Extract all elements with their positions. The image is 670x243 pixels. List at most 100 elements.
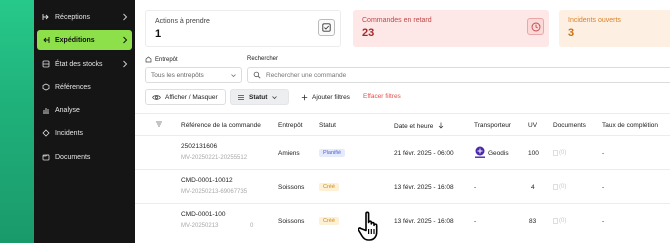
table-header-divider: [135, 135, 670, 136]
sidebar-item-documents[interactable]: Documents: [37, 147, 132, 167]
sidebar-item-label: Documents: [55, 153, 91, 161]
chevron-right-icon: [122, 13, 128, 23]
completion-cell: -: [602, 150, 605, 157]
chevron-right-icon: [122, 60, 128, 70]
eye-icon: [152, 94, 161, 101]
sidebar-item-label: Expéditions: [55, 36, 95, 44]
uv-cell: 4: [531, 184, 535, 191]
warehouse-icon: [145, 56, 152, 63]
order-reference: CMD-0001-100: [181, 211, 226, 218]
row-divider: [135, 203, 670, 204]
column-header-warehouse[interactable]: Entrepôt: [278, 122, 303, 129]
search-icon: [253, 71, 261, 79]
analysis-icon: [41, 106, 50, 115]
document-icon: [553, 150, 558, 156]
row-divider: [135, 169, 670, 170]
table-top-divider: [135, 113, 670, 114]
warehouse-select-value: Tous les entrepôts: [151, 71, 204, 79]
search-placeholder: Rechercher une commande: [266, 71, 347, 79]
chevron-right-icon: [122, 36, 128, 46]
date-cell: 21 févr. 2025 - 06:00: [394, 150, 454, 157]
column-header-status[interactable]: Statut: [319, 122, 336, 129]
incident-icon: [41, 129, 50, 138]
sidebar-item-label: Références: [55, 83, 91, 91]
stock-icon: [41, 60, 50, 69]
shipping-icon: [41, 36, 50, 45]
warehouse-cell: Soissons: [278, 218, 305, 225]
documents-icon: [41, 153, 50, 162]
order-subreference: MV-20250213-69067735: [181, 189, 248, 195]
add-filters-button[interactable]: Ajouter filtres: [295, 89, 359, 105]
order-reference: 2502131606: [181, 143, 218, 150]
sidebar-item-incidents[interactable]: Incidents: [37, 123, 132, 143]
status-filter-button[interactable]: Statut: [230, 89, 289, 105]
documents-cell[interactable]: (0): [553, 184, 566, 190]
documents-cell[interactable]: (0): [553, 150, 566, 156]
sidebar-item-receptions[interactable]: Réceptions: [37, 7, 132, 27]
column-header-date[interactable]: Date et heure: [394, 122, 444, 131]
sidebar-item-label: Réceptions: [55, 13, 91, 21]
geodis-logo: [474, 146, 486, 159]
status-badge: Planifié: [319, 149, 346, 157]
carrier-cell: -: [474, 184, 477, 191]
documents-cell[interactable]: (0): [553, 218, 566, 224]
card-late-orders[interactable]: Commandes en retard 23: [353, 10, 549, 47]
card-open-incidents[interactable]: Incidents ouverts 3: [559, 10, 670, 47]
column-header-uv[interactable]: UV: [528, 122, 537, 129]
hand-pointer-cursor-icon: [357, 210, 386, 243]
search-input[interactable]: Rechercher une commande: [247, 67, 670, 83]
card-actions[interactable]: Actions à prendre 1: [145, 10, 341, 47]
sidebar-item-label: État des stocks: [55, 60, 103, 68]
main-content: Actions à prendre 1 Commandes en retard …: [135, 0, 670, 243]
order-subreference: MV-20250221-20255512: [181, 155, 248, 161]
card-label: Incidents ouverts: [568, 17, 621, 24]
sidebar: Réceptions Expéditions État des stocks R…: [34, 0, 135, 243]
carrier-cell: -: [474, 218, 477, 225]
document-icon: [553, 218, 558, 224]
search-filter-label: Rechercher: [247, 56, 279, 62]
warehouse-select[interactable]: Tous les entrepôts: [145, 67, 242, 83]
column-header-carrier[interactable]: Transporteur: [474, 122, 511, 129]
card-value: 23: [362, 27, 375, 39]
sort-arrow-down-icon: [438, 122, 444, 131]
sidebar-item-expeditions[interactable]: Expéditions: [37, 30, 132, 50]
card-value: 1: [155, 28, 162, 40]
table-settings-icon[interactable]: [155, 120, 163, 128]
order-reference: CMD-0001-10012: [181, 177, 233, 184]
references-icon: [41, 83, 50, 92]
order-subreference: MV-20250213: [181, 223, 219, 229]
checkbox-icon: [318, 19, 335, 36]
sidebar-item-label: Incidents: [55, 129, 84, 137]
chevron-down-icon: [230, 72, 237, 81]
list-icon: [237, 94, 245, 101]
clear-filters-button[interactable]: Effacer filtres: [363, 93, 401, 100]
completion-cell: -: [602, 218, 605, 225]
reception-icon: [41, 13, 50, 22]
warehouse-cell: Amiens: [278, 150, 300, 157]
completion-cell: -: [602, 184, 605, 191]
chevron-down-icon: [271, 94, 278, 101]
column-header-documents[interactable]: Documents: [553, 122, 586, 129]
status-badge: Créé: [319, 217, 339, 225]
uv-cell: 83: [529, 218, 537, 225]
background-strip: [0, 0, 34, 243]
order-subreference-tail: 0: [250, 223, 254, 229]
plus-icon: [301, 94, 308, 101]
carrier-cell: Geodis: [488, 150, 509, 157]
document-icon: [553, 184, 558, 190]
card-value: 3: [568, 27, 575, 39]
clock-icon: [527, 18, 544, 35]
display-toggle-button[interactable]: Afficher / Masquer: [145, 89, 226, 105]
column-header-reference[interactable]: Référence de la commande: [181, 122, 261, 129]
date-cell: 13 févr. 2025 - 16:08: [394, 184, 454, 191]
sidebar-item-label: Analyse: [55, 106, 80, 114]
card-label: Actions à prendre: [155, 18, 210, 25]
sidebar-item-references[interactable]: Références: [37, 77, 132, 97]
column-header-completion[interactable]: Taux de complétion: [602, 122, 658, 129]
sidebar-item-analyse[interactable]: Analyse: [37, 100, 132, 120]
sidebar-item-stocks[interactable]: État des stocks: [37, 54, 132, 74]
date-cell: 13 févr. 2025 - 16:08: [394, 218, 454, 225]
warehouse-filter-label: Entrepôt: [145, 56, 178, 63]
uv-cell: 100: [528, 150, 539, 157]
warehouse-cell: Soissons: [278, 184, 305, 191]
